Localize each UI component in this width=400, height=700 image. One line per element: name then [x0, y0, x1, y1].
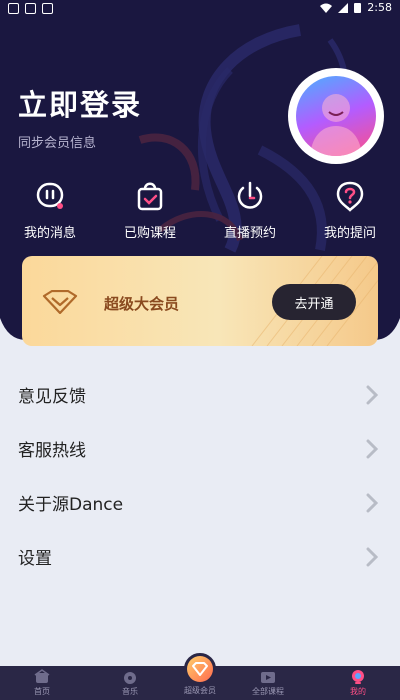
user-silhouette-icon — [310, 94, 362, 156]
message-icon — [36, 182, 64, 209]
quick-action-label: 直播预约 — [223, 226, 276, 241]
chevron-right-icon — [366, 385, 378, 405]
clock: 2:58 — [367, 1, 392, 14]
wifi-icon — [320, 3, 333, 13]
battery-icon — [354, 3, 362, 13]
vip-card[interactable]: 超级大会员 去开通 — [22, 256, 378, 346]
avatar-image — [296, 76, 376, 156]
login-subtitle: 同步会员信息 — [18, 136, 97, 151]
tab-label: 我的 — [350, 687, 366, 696]
notification-icon — [8, 3, 19, 14]
power-clock-icon — [237, 181, 263, 209]
chevron-right-icon — [366, 493, 378, 513]
profile-icon — [352, 670, 364, 684]
login-title[interactable]: 立即登录 — [18, 82, 142, 124]
tab-all-courses[interactable]: 全部课程 — [228, 666, 308, 700]
quick-action-my-questions[interactable]: 我的提问 — [305, 176, 395, 241]
menu-item-customer-hotline[interactable]: 客服热线 — [0, 422, 400, 476]
tab-profile[interactable]: 我的 — [318, 666, 398, 700]
notification-icons — [8, 3, 53, 14]
quick-action-label: 我的消息 — [23, 226, 76, 241]
home-icon — [34, 669, 50, 683]
quick-action-label: 我的提问 — [323, 226, 376, 241]
chevron-right-icon — [366, 439, 378, 459]
music-icon — [124, 672, 136, 684]
chevron-right-icon — [366, 547, 378, 567]
menu-item-label: 意见反馈 — [18, 387, 86, 407]
diamond-icon — [42, 290, 78, 314]
shopping-bag-icon — [137, 182, 163, 211]
menu-item-label: 客服热线 — [18, 441, 86, 461]
quick-action-messages[interactable]: 我的消息 — [5, 176, 95, 241]
status-bar: 2:58 — [0, 0, 400, 18]
tab-label: 超级会员 — [184, 686, 216, 695]
question-icon — [336, 181, 364, 212]
menu-item-about[interactable]: 关于源Dance — [0, 476, 400, 530]
menu-item-label: 设置 — [18, 549, 52, 569]
avatar[interactable] — [288, 68, 384, 164]
menu-item-label: 关于源Dance — [18, 495, 124, 515]
tab-label: 全部课程 — [252, 687, 284, 696]
tab-music[interactable]: 音乐 — [90, 666, 170, 700]
menu-item-settings[interactable]: 设置 — [0, 530, 400, 584]
tab-home[interactable]: 首页 — [2, 666, 82, 700]
course-icon — [261, 672, 275, 683]
signal-icon — [338, 2, 349, 13]
tab-label: 音乐 — [122, 687, 138, 696]
open-vip-button[interactable]: 去开通 — [272, 284, 356, 320]
image-notification-icon — [25, 3, 36, 14]
quick-action-label: 已购课程 — [123, 226, 176, 241]
tab-label: 首页 — [34, 687, 50, 696]
super-vip-center-button[interactable] — [184, 653, 216, 685]
quick-action-purchased-courses[interactable]: 已购课程 — [105, 176, 195, 241]
menu-item-feedback[interactable]: 意见反馈 — [0, 368, 400, 422]
system-indicators: 2:58 — [320, 1, 392, 14]
vip-icon — [187, 656, 213, 682]
app-notification-icon — [42, 3, 53, 14]
quick-action-live-booking[interactable]: 直播预约 — [205, 176, 295, 241]
vip-card-title: 超级大会员 — [104, 295, 180, 313]
